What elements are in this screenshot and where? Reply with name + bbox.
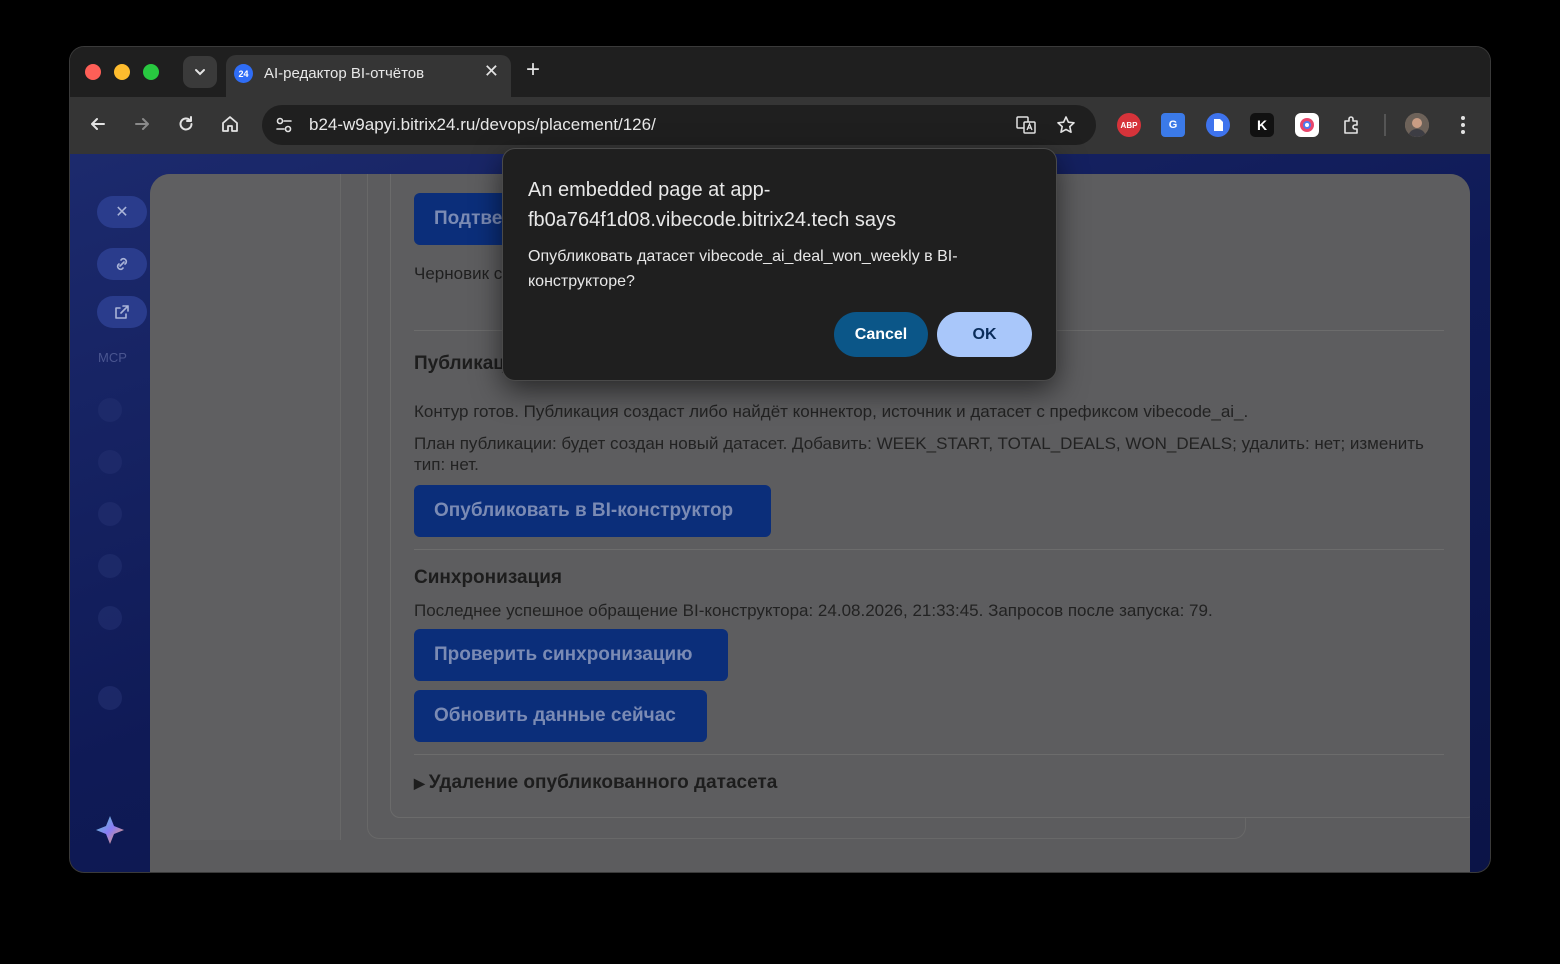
slider-left-column	[150, 174, 341, 840]
menu-dot	[1461, 130, 1465, 134]
home-icon	[222, 116, 238, 132]
publish-button[interactable]: Опубликовать в BI-конструктор	[414, 485, 771, 537]
avatar-icon	[1405, 113, 1429, 137]
document-extension-icon[interactable]	[1206, 113, 1230, 137]
publication-plan-text: План публикации: будет создан новый дата…	[414, 434, 1424, 474]
open-new-window-button[interactable]	[97, 296, 147, 328]
home-button[interactable]	[214, 108, 246, 140]
cancel-button[interactable]: Cancel	[834, 312, 928, 357]
minimize-window-button[interactable]	[114, 64, 130, 80]
record-extension-icon[interactable]	[1295, 113, 1319, 137]
link-icon	[116, 257, 128, 271]
sync-status-text: Последнее успешное обращение BI-конструк…	[414, 601, 1213, 620]
toolbar-separator	[1384, 114, 1386, 136]
ok-button[interactable]: OK	[937, 312, 1032, 357]
close-slider-button[interactable]: ✕	[97, 196, 147, 228]
tab-close-icon[interactable]: ✕	[484, 61, 499, 82]
google-translate-extension-icon[interactable]: G	[1161, 113, 1185, 137]
star-icon	[1057, 116, 1075, 133]
sidebar-avatar[interactable]	[98, 450, 122, 474]
back-button[interactable]	[82, 108, 114, 140]
puzzle-icon	[1344, 116, 1358, 134]
forward-button[interactable]	[126, 108, 158, 140]
profile-avatar[interactable]	[1405, 113, 1429, 137]
chevron-down-icon	[195, 69, 205, 76]
bitrix-sidebar: ✕ MCP	[70, 154, 150, 872]
close-icon: ✕	[115, 204, 129, 221]
address-bar[interactable]: b24-w9apyi.bitrix24.ru/devops/placement/…	[262, 105, 1096, 145]
translate-icon[interactable]	[1014, 113, 1038, 137]
tab-title: AI-редактор BI-отчётов	[264, 65, 425, 82]
publication-ready-text: Контур готов. Публикация создаст либо на…	[414, 402, 1249, 421]
close-window-button[interactable]	[85, 64, 101, 80]
refresh-data-button[interactable]: Обновить данные сейчас	[414, 690, 707, 742]
tab-strip: 24 AI-редактор BI-отчётов ✕ +	[70, 47, 1490, 97]
tab-active[interactable]: 24 AI-редактор BI-отчётов ✕	[226, 55, 511, 97]
disclosure-triangle-icon: ▶	[414, 775, 425, 791]
k-extension-icon[interactable]: K	[1250, 113, 1274, 137]
publication-heading: Публикац	[414, 353, 505, 374]
maximize-window-button[interactable]	[143, 64, 159, 80]
confirm-dialog: An embedded page at app-fb0a764f1d08.vib…	[503, 149, 1056, 380]
ai-star-logo-icon[interactable]	[92, 813, 128, 849]
tab-search-button[interactable]	[183, 56, 217, 88]
arrow-left-icon	[91, 118, 105, 130]
bookmark-star-icon[interactable]	[1054, 113, 1078, 137]
reload-button[interactable]	[170, 108, 202, 140]
delete-dataset-details[interactable]: ▶ Удаление опубликованного датасета	[414, 772, 777, 794]
bitrix24-favicon-icon: 24	[234, 64, 253, 83]
extensions-puzzle-icon[interactable]	[1340, 113, 1364, 137]
menu-dot	[1461, 116, 1465, 120]
document-icon	[1214, 119, 1223, 131]
arrow-right-icon	[135, 118, 149, 130]
browser-toolbar: b24-w9apyi.bitrix24.ru/devops/placement/…	[70, 97, 1490, 154]
sidebar-mcp-label: MCP	[98, 350, 127, 365]
sidebar-avatar[interactable]	[98, 398, 122, 422]
external-link-icon	[115, 305, 129, 319]
translate-glyph-icon	[1016, 116, 1036, 134]
browser-menu-button[interactable]	[1453, 111, 1473, 139]
sidebar-avatar[interactable]	[98, 606, 122, 630]
dialog-message: Опубликовать датасет vibecode_ai_deal_wo…	[528, 248, 958, 290]
menu-dot	[1461, 123, 1465, 127]
sidebar-avatar[interactable]	[98, 554, 122, 578]
sync-heading: Синхронизация	[414, 567, 563, 588]
check-sync-button[interactable]: Проверить синхронизацию	[414, 629, 728, 681]
reload-icon	[179, 116, 193, 131]
url-text: b24-w9apyi.bitrix24.ru/devops/placement/…	[309, 115, 656, 134]
record-icon	[1300, 118, 1314, 132]
dialog-title: An embedded page at app-fb0a764f1d08.vib…	[528, 179, 897, 231]
site-settings-icon[interactable]	[273, 114, 295, 136]
divider	[414, 754, 1444, 755]
sidebar-settings-icon[interactable]	[98, 686, 122, 710]
adblock-extension-icon[interactable]: ABP	[1117, 113, 1141, 137]
browser-window: 24 AI-редактор BI-отчётов ✕ + b24-w9apyi…	[70, 47, 1490, 872]
new-tab-button[interactable]: +	[526, 57, 540, 83]
copy-link-button[interactable]	[97, 248, 147, 280]
delete-dataset-label: Удаление опубликованного датасета	[428, 772, 778, 793]
sidebar-avatar[interactable]	[98, 502, 122, 526]
divider	[414, 549, 1444, 550]
